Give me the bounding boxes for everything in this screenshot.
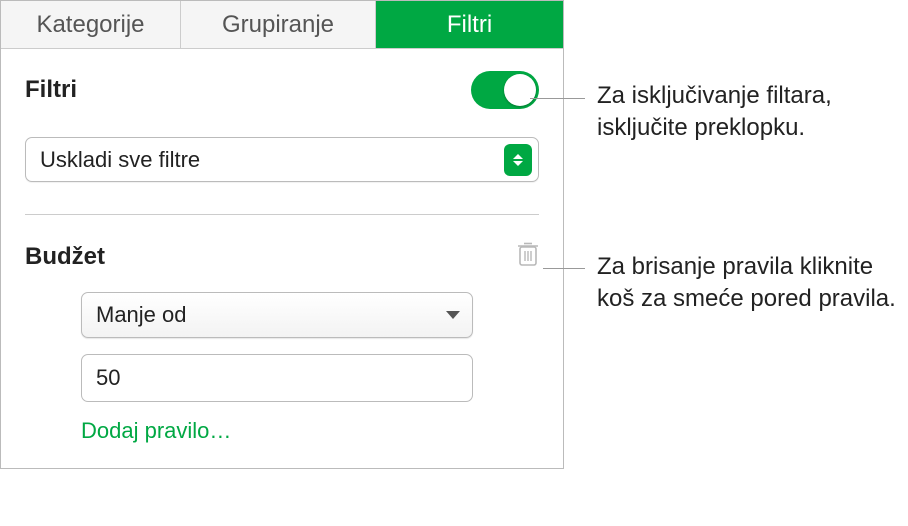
toggle-knob bbox=[504, 74, 536, 106]
condition-value: Manje od bbox=[96, 302, 187, 328]
tab-grupiranje[interactable]: Grupiranje bbox=[181, 1, 376, 48]
divider bbox=[25, 214, 539, 215]
callout-line-toggle bbox=[530, 98, 585, 99]
updown-caret-icon bbox=[504, 144, 532, 176]
add-rule-button[interactable]: Dodaj pravilo… bbox=[81, 418, 539, 444]
rule-body: Manje od Dodaj pravilo… bbox=[25, 292, 539, 444]
tab-kategorije[interactable]: Kategorije bbox=[1, 1, 181, 48]
trash-icon bbox=[517, 241, 539, 267]
tabs-bar: Kategorije Grupiranje Filtri bbox=[1, 1, 563, 49]
match-mode-value: Uskladi sve filtre bbox=[40, 147, 200, 173]
filters-section-title: Filtri bbox=[25, 76, 77, 104]
rule-value-input[interactable] bbox=[81, 354, 473, 402]
callout-trash: Za brisanje pravila kliknite koš za smeć… bbox=[597, 251, 908, 316]
rule-title: Budžet bbox=[25, 243, 105, 271]
tab-filtri[interactable]: Filtri bbox=[376, 1, 563, 48]
filters-toggle[interactable] bbox=[471, 71, 539, 109]
callout-line-trash bbox=[543, 268, 585, 269]
chevron-down-icon bbox=[446, 311, 460, 319]
callout-toggle: Za isključivanje filtara, isključite pre… bbox=[597, 80, 908, 145]
condition-select[interactable]: Manje od bbox=[81, 292, 473, 338]
panel-content: Filtri Uskladi sve filtre Budžet bbox=[1, 49, 563, 468]
filters-header-row: Filtri bbox=[25, 71, 539, 109]
filters-panel: Kategorije Grupiranje Filtri Filtri Uskl… bbox=[0, 0, 564, 469]
rule-header-row: Budžet bbox=[25, 241, 539, 272]
match-mode-select[interactable]: Uskladi sve filtre bbox=[25, 137, 539, 182]
delete-rule-button[interactable] bbox=[517, 241, 539, 272]
